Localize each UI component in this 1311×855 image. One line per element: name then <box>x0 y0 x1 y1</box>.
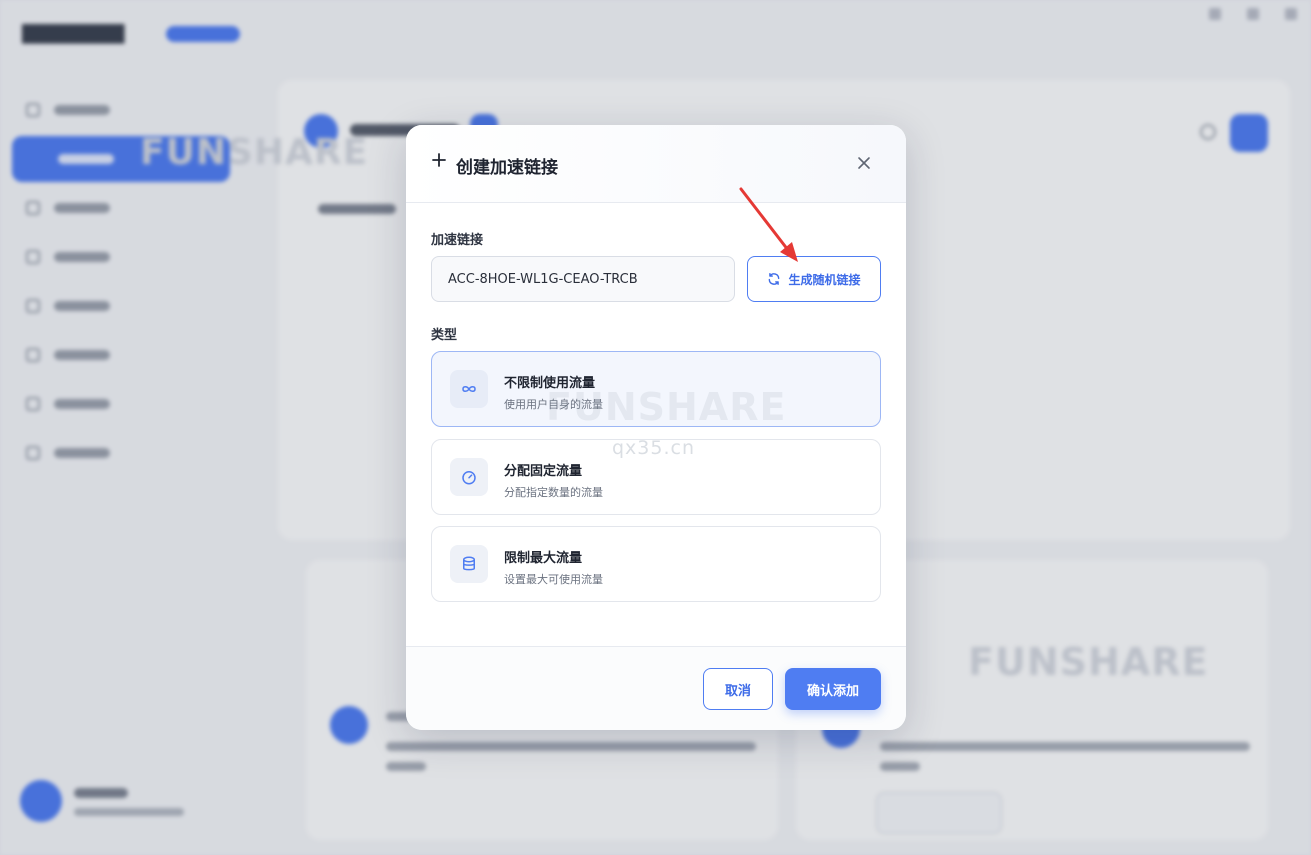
link-label: 加速链接 <box>431 233 484 248</box>
cancel-button[interactable]: 取消 <box>703 668 773 710</box>
annotation-arrow-icon <box>739 187 798 262</box>
type-title: 分配固定流量 <box>504 464 583 479</box>
link-input[interactable] <box>431 256 735 302</box>
dialog-footer: 取消 确认添加 <box>406 646 906 730</box>
dialog-title: 创建加速链接 <box>456 158 558 178</box>
plus-icon <box>432 153 446 167</box>
refresh-icon <box>769 273 780 285</box>
type-description: 设置最大可使用流量 <box>504 573 603 586</box>
close-icon[interactable] <box>856 155 872 171</box>
type-option-max[interactable]: 限制最大流量 设置最大可使用流量 <box>431 526 881 602</box>
dialog-header: 创建加速链接 <box>406 125 906 203</box>
create-link-dialog: 创建加速链接 加速链接 生成随机链接 类型 不限制使用流量 使用用户自身的流量 <box>406 125 906 730</box>
infinity-icon <box>450 370 488 408</box>
database-icon <box>450 545 488 583</box>
type-description: 分配指定数量的流量 <box>504 486 603 499</box>
watermark: FUNSHARE <box>546 385 787 429</box>
generate-button-label: 生成随机链接 <box>788 272 861 287</box>
watermark-url: qx35.cn <box>612 437 696 459</box>
gauge-icon <box>450 458 488 496</box>
type-label: 类型 <box>431 328 458 343</box>
confirm-add-button[interactable]: 确认添加 <box>785 668 881 710</box>
type-title: 限制最大流量 <box>504 551 583 566</box>
